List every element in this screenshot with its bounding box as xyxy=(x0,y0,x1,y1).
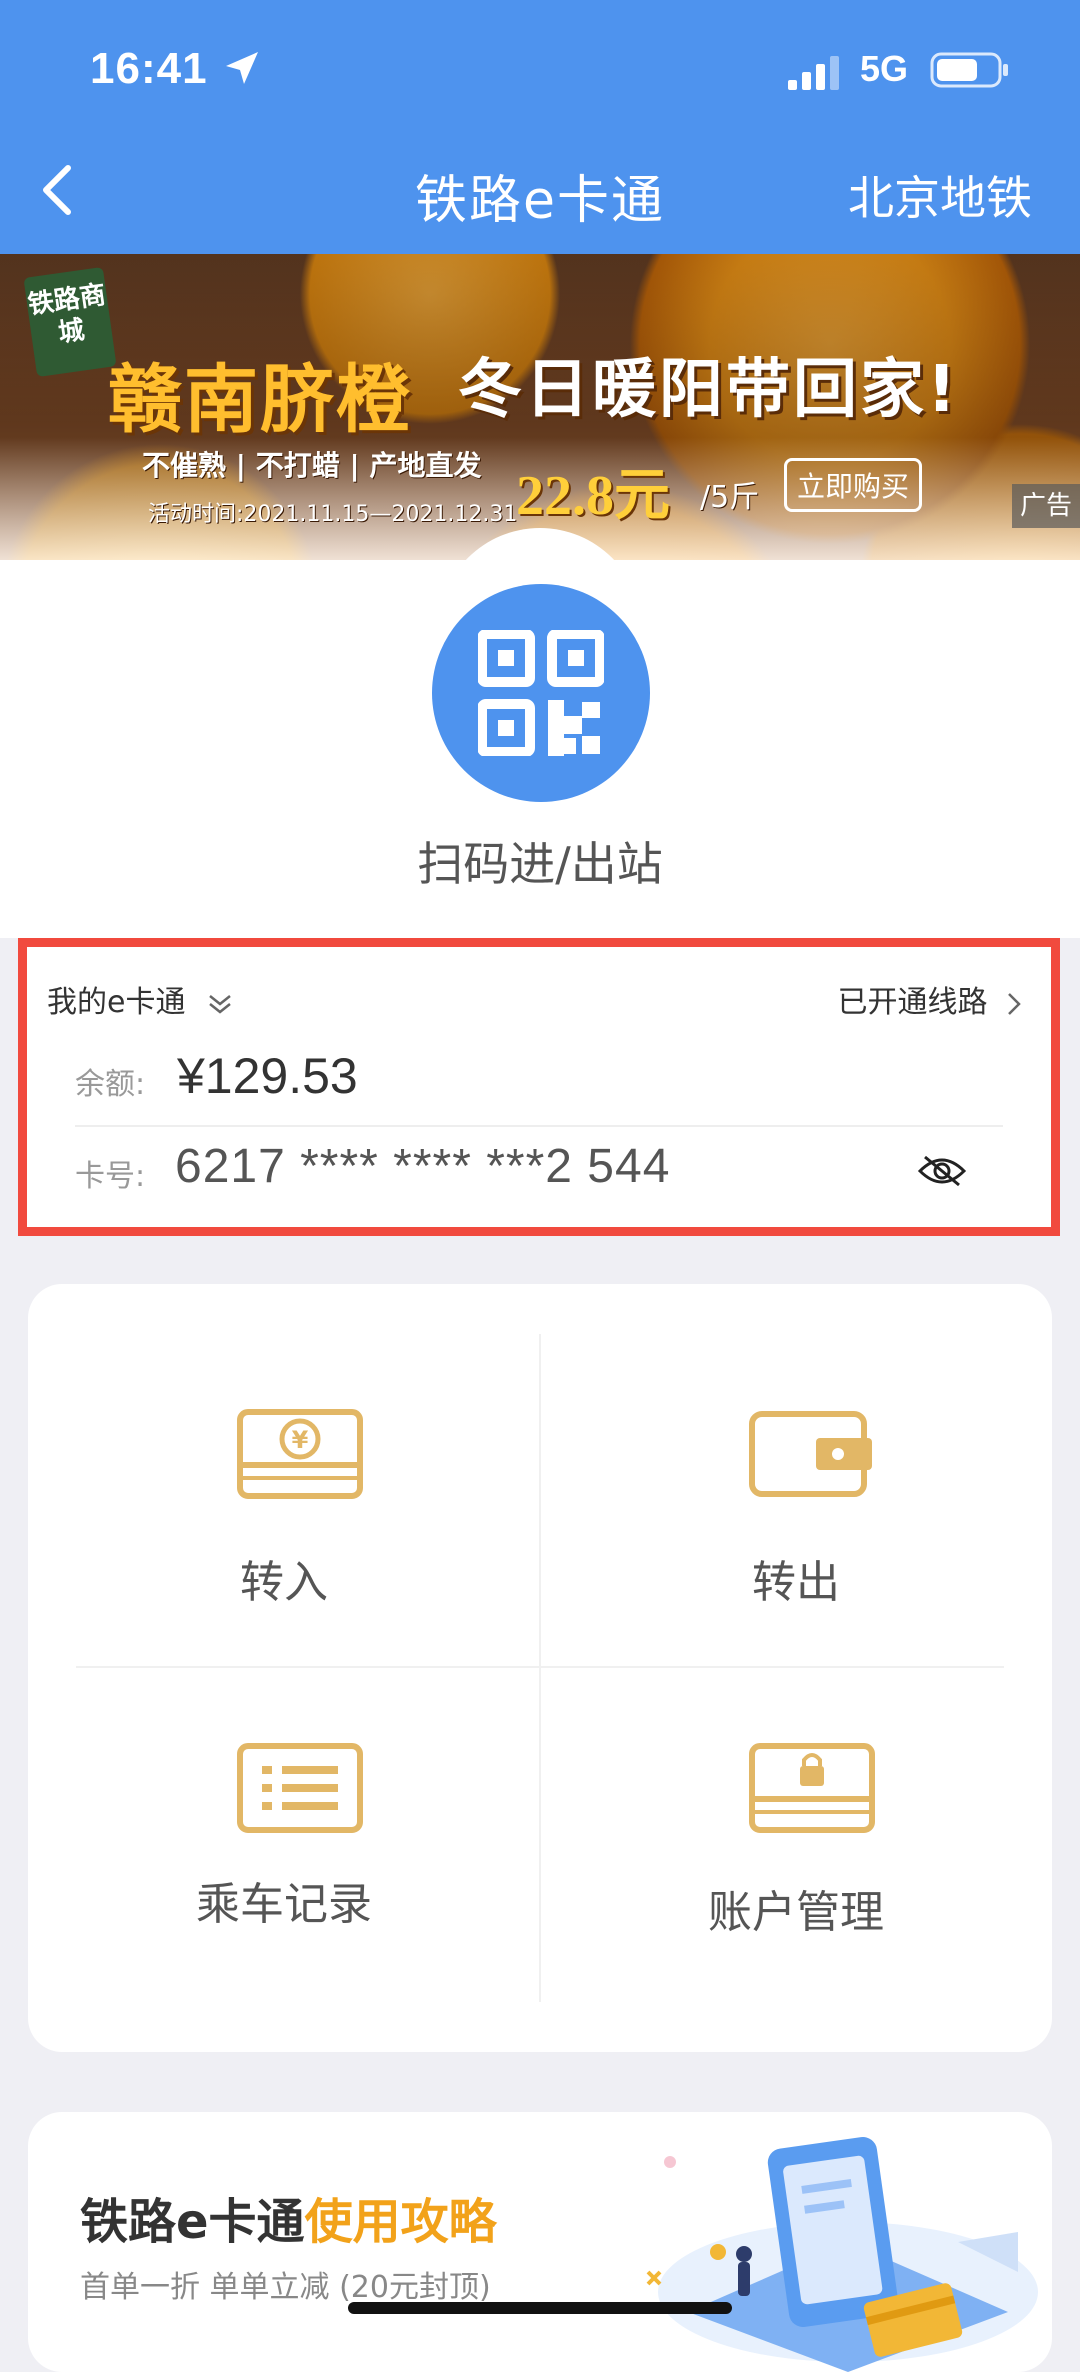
guide-title-highlight: 使用攻略 xyxy=(304,2194,497,2250)
guide-title: 铁路e卡通使用攻略 xyxy=(80,2182,497,2252)
ad-tag: 广告 xyxy=(1012,484,1080,528)
transfer-out-label: 转出 xyxy=(752,1557,840,1608)
scan-label: 扫码进/出站 xyxy=(417,837,663,891)
ad-banner[interactable]: 铁路商城 赣南脐橙 冬日暖阳带回家! 不催熟 | 不打蜡 | 产地直发 活动时间… xyxy=(0,254,1080,560)
chevron-right-icon xyxy=(1008,992,1021,1015)
banner-headline-secondary: 冬日暖阳带回家! xyxy=(458,353,960,427)
banner-price: 22.8元 xyxy=(516,465,670,527)
transfer-out-button[interactable]: 转出 xyxy=(540,1284,1052,1664)
network-type: 5G xyxy=(860,48,909,89)
wallet-icon xyxy=(749,1411,872,1497)
transfer-in-label: 转入 xyxy=(240,1557,328,1608)
ecard-selector[interactable]: 我的e卡通 xyxy=(47,977,233,1021)
ecard-title: 我的e卡通 xyxy=(47,985,186,1020)
metro-city-button[interactable]: 北京地铁 xyxy=(848,162,1032,228)
account-management-button[interactable]: 账户管理 xyxy=(540,1668,1052,2048)
account-management-label: 账户管理 xyxy=(708,1887,884,1938)
balance-label: 余额: xyxy=(75,1067,146,1102)
card-number-label: 卡号: xyxy=(75,1159,146,1194)
transfer-in-icon: ¥ xyxy=(237,1409,363,1499)
hide-eye-icon[interactable] xyxy=(917,1153,967,1189)
card-number-value: 6217 **** **** ***2 544 xyxy=(175,1140,671,1193)
battery-icon xyxy=(930,52,1008,88)
banner-unit: /5斤 xyxy=(700,480,760,515)
function-grid: ¥ 转入 转出 乘车记录 账户管理 xyxy=(28,1284,1052,2052)
scan-qr-button[interactable] xyxy=(432,584,650,802)
location-arrow-icon xyxy=(226,52,258,84)
guide-title-prefix: 铁路e卡通 xyxy=(80,2194,305,2250)
ecard-info-panel: 我的e卡通 已开通线路 余额: ¥129.53 卡号: 6217 **** **… xyxy=(18,938,1060,1236)
ride-records-icon xyxy=(237,1743,363,1833)
ride-records-label: 乘车记录 xyxy=(196,1879,372,1930)
balance-value: ¥129.53 xyxy=(177,1048,358,1104)
qr-code-icon xyxy=(478,630,604,756)
banner-headline: 赣南脐橙 xyxy=(108,357,412,443)
guide-subtitle: 首单一折 单单立减 (20元封顶) xyxy=(80,2270,491,2305)
opened-lines-label: 已开通线路 xyxy=(837,985,988,1020)
banner-features: 不催熟 | 不打蜡 | 产地直发 xyxy=(142,449,482,482)
ride-records-button[interactable]: 乘车记录 xyxy=(28,1668,540,2048)
svg-text:¥: ¥ xyxy=(292,1426,309,1454)
double-chevron-down-icon xyxy=(209,994,231,1014)
banner-badge: 铁路商城 xyxy=(23,266,117,378)
phone-card-illustration xyxy=(646,2137,1038,2372)
banner-date: 活动时间:2021.11.15—2021.12.31 xyxy=(148,502,518,527)
opened-lines-link[interactable]: 已开通线路 xyxy=(837,977,1021,1021)
status-time: 16:41 xyxy=(90,44,208,93)
usage-guide-card[interactable]: 铁路e卡通使用攻略 首单一折 单单立减 (20元封顶) xyxy=(28,2112,1052,2372)
header: 16:41 5G 铁路e卡通 北京地铁 xyxy=(0,0,1080,254)
account-lock-icon xyxy=(749,1743,875,1833)
signal-icon xyxy=(788,56,839,90)
divider xyxy=(75,1125,1003,1127)
transfer-in-button[interactable]: ¥ 转入 xyxy=(28,1284,540,1664)
home-indicator xyxy=(348,2302,732,2314)
buy-now-button[interactable]: 立即购买 xyxy=(784,458,923,512)
